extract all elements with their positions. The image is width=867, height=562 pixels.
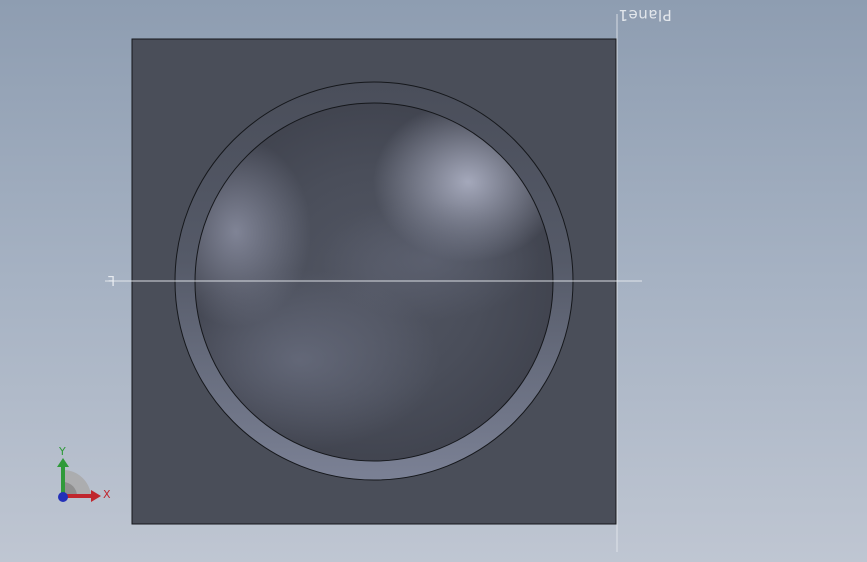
graphics-viewport[interactable]: Y X Plane1 F xyxy=(0,0,867,562)
model-view-svg[interactable]: Y X xyxy=(0,0,867,562)
y-axis-label: Y xyxy=(58,445,66,458)
x-axis-label: X xyxy=(103,488,111,501)
front-plane-label[interactable]: F xyxy=(107,275,115,290)
axis-triad-icon: Y X xyxy=(57,445,111,502)
plane1-label[interactable]: Plane1 xyxy=(618,6,672,24)
